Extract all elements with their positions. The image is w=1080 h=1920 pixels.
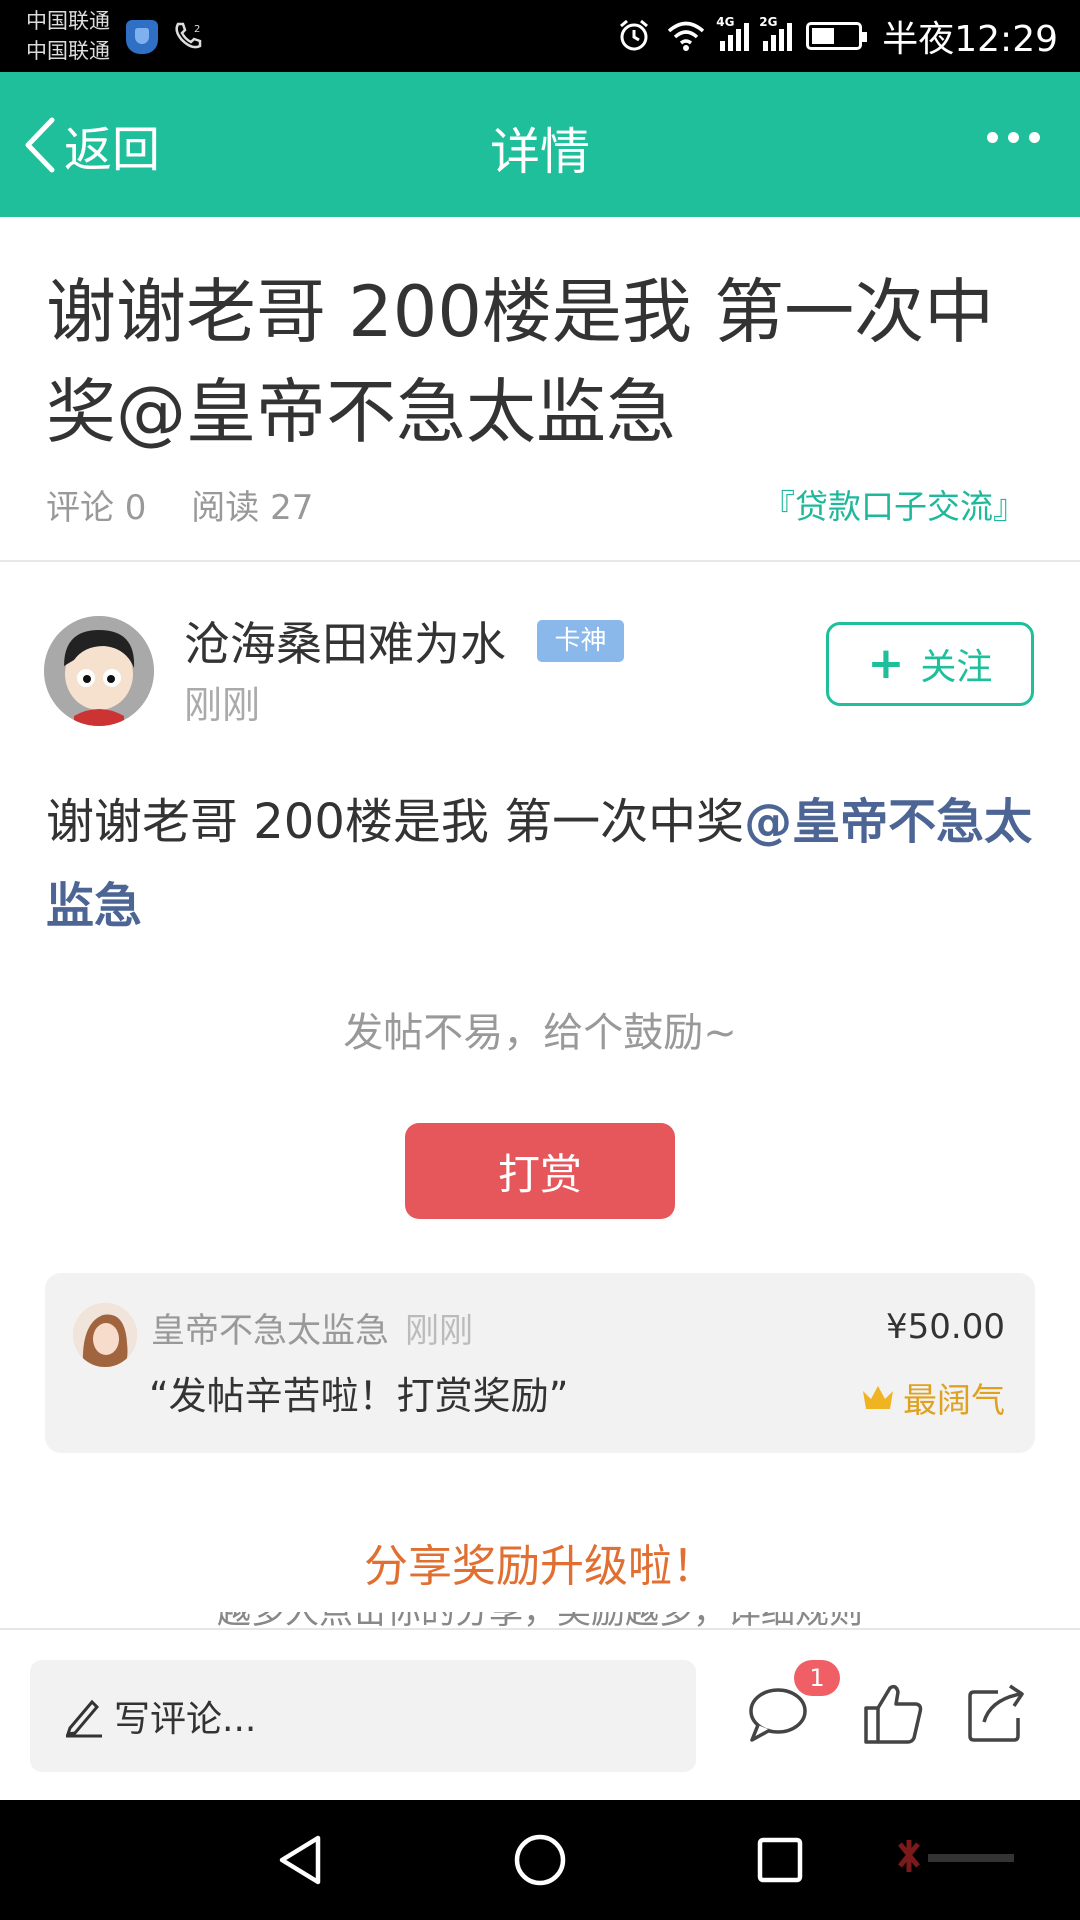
tipper-avatar bbox=[73, 1303, 137, 1367]
page-title: 详情 bbox=[490, 123, 590, 181]
comment-placeholder: 写评论... bbox=[114, 1699, 257, 1740]
carrier-1: 中国联通 bbox=[26, 9, 110, 33]
comment-input[interactable]: 写评论... bbox=[30, 1660, 696, 1772]
tipper-avatar-image bbox=[73, 1303, 137, 1367]
plus-icon: + bbox=[867, 638, 905, 689]
author-badge: 卡神 bbox=[537, 620, 624, 662]
app-header: 返回 详情 bbox=[0, 72, 1080, 217]
watermark-logo bbox=[898, 1840, 1014, 1872]
follow-button[interactable]: + 关注 bbox=[826, 622, 1034, 706]
battery-icon bbox=[806, 22, 868, 50]
author-time: 刚刚 bbox=[184, 683, 261, 727]
share-title: 分享奖励升级啦！ bbox=[364, 1541, 716, 1592]
like-icon[interactable] bbox=[858, 1678, 930, 1750]
bottom-action-bar: 写评论... 1 bbox=[0, 1628, 1080, 1800]
author-name[interactable]: 沧海桑田难为水 bbox=[184, 608, 506, 674]
crown-icon bbox=[863, 1385, 893, 1409]
reward-prompt: 发帖不易，给个鼓励~ bbox=[343, 1010, 737, 1056]
signal-4g-icon: 4G bbox=[716, 15, 750, 51]
reward-button[interactable]: 打赏 bbox=[405, 1123, 675, 1219]
tipper-time: 刚刚 bbox=[405, 1311, 473, 1351]
avatar-image bbox=[44, 616, 154, 726]
security-shield-icon bbox=[126, 20, 158, 54]
more-button[interactable] bbox=[987, 132, 1040, 143]
nav-home-icon[interactable] bbox=[510, 1830, 570, 1890]
nav-recents-icon[interactable] bbox=[750, 1830, 810, 1890]
clock: 半夜12:29 bbox=[882, 19, 1058, 60]
wifi-icon bbox=[668, 21, 705, 51]
divider bbox=[0, 560, 1080, 562]
comment-count: 评论 0 bbox=[46, 488, 147, 528]
system-nav-bar bbox=[0, 1800, 1080, 1920]
tip-message: “发帖辛苦啦！打赏奖励” bbox=[149, 1374, 569, 1418]
tipper-name: 皇帝不急太监急 bbox=[151, 1311, 389, 1351]
follow-label: 关注 bbox=[920, 647, 993, 688]
status-bar: 中国联通 中国联通 2 4G 2G 半夜12:29 bbox=[0, 0, 1080, 72]
post-title: 谢谢老哥 200楼是我 第一次中奖@皇帝不急太监急 bbox=[46, 271, 995, 453]
post-meta: 评论 0 阅读 27 bbox=[46, 480, 347, 529]
top-tipper-label: 最阔气 bbox=[861, 1373, 1005, 1422]
read-count: 阅读 27 bbox=[191, 488, 314, 528]
reward-card[interactable]: 皇帝不急太监急 刚刚 “发帖辛苦啦！打赏奖励” ¥50.00 最阔气 bbox=[45, 1273, 1035, 1453]
wifi-call-icon: 2 bbox=[175, 22, 202, 49]
alarm-icon bbox=[620, 19, 649, 51]
signal-2g-icon: 2G bbox=[759, 15, 793, 51]
svg-text:2: 2 bbox=[194, 24, 200, 35]
more-icon bbox=[987, 132, 998, 143]
network-type-1: 4G bbox=[716, 15, 735, 29]
tip-amount: ¥50.00 bbox=[886, 1307, 1005, 1347]
avatar[interactable] bbox=[44, 616, 154, 726]
carrier-info: 中国联通 中国联通 bbox=[26, 6, 110, 66]
post-content: 谢谢老哥 200楼是我 第一次中奖@皇帝不急太监急 bbox=[46, 780, 1036, 948]
nav-back-icon[interactable] bbox=[270, 1830, 330, 1890]
content-text: 谢谢老哥 200楼是我 第一次中奖 bbox=[46, 794, 745, 850]
carrier-2: 中国联通 bbox=[26, 39, 110, 63]
comment-badge: 1 bbox=[794, 1660, 840, 1696]
network-type-2: 2G bbox=[759, 15, 778, 29]
status-icons: 4G 2G 半夜12:29 bbox=[616, 0, 1058, 72]
category-link[interactable]: 『贷款口子交流』 bbox=[762, 480, 1026, 528]
tipper-info: 皇帝不急太监急 刚刚 bbox=[151, 1303, 473, 1352]
top-tipper-text: 最阔气 bbox=[903, 1381, 1005, 1421]
share-icon[interactable] bbox=[960, 1678, 1032, 1750]
pencil-icon bbox=[65, 1699, 102, 1738]
